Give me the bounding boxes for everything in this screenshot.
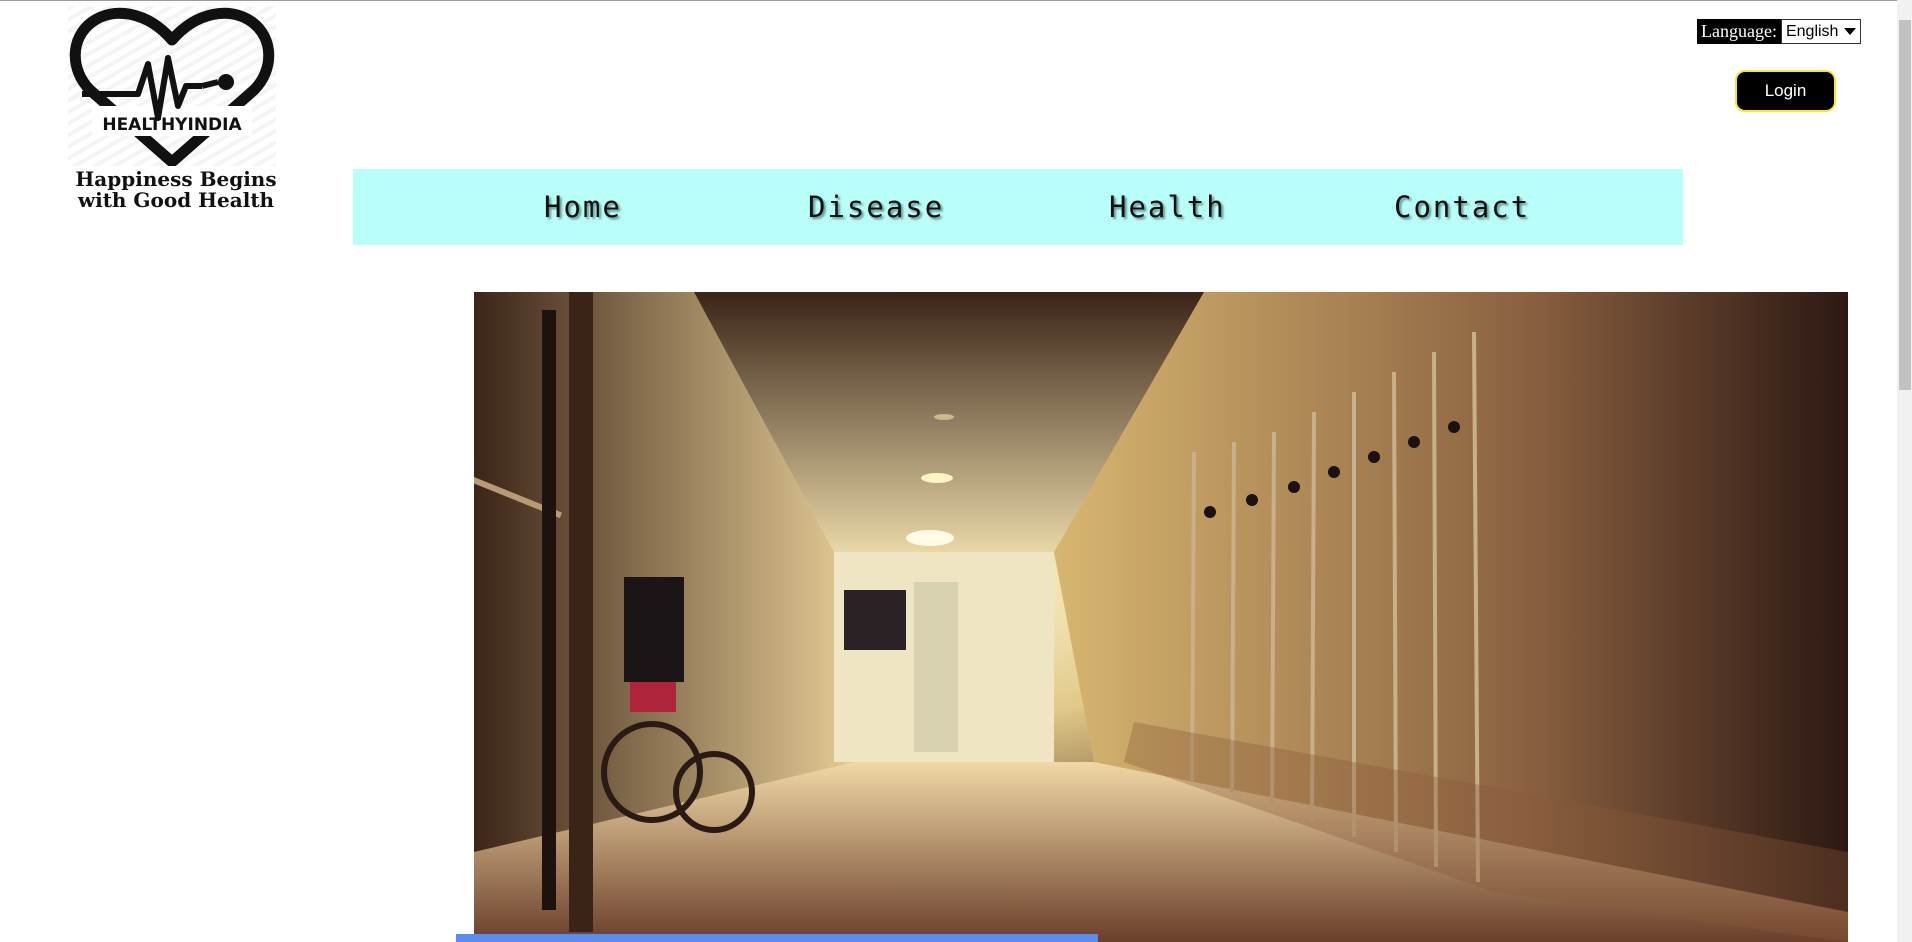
nav-item-health[interactable]: Health — [1109, 169, 1226, 245]
chevron-down-icon — [1844, 28, 1857, 35]
nav-item-home[interactable]: Home — [544, 169, 622, 245]
scrollbar-thumb[interactable] — [1899, 20, 1911, 390]
nav-item-contact[interactable]: Contact — [1394, 169, 1530, 245]
language-label: Language: — [1697, 19, 1781, 44]
top-border — [0, 0, 1912, 1]
tagline: Happiness Begins with Good Health — [75, 167, 277, 212]
language-selector: Language: English — [1697, 19, 1862, 44]
hero-image — [474, 292, 1848, 942]
logo-text: HEALTHYINDIA — [102, 115, 242, 135]
heart-pulse-icon: HEALTHYINDIA — [68, 6, 276, 166]
main-nav: Home Disease Health Contact — [353, 169, 1683, 245]
language-select[interactable]: English — [1780, 19, 1862, 44]
site-logo[interactable]: HEALTHYINDIA — [68, 6, 276, 166]
language-selected-value: English — [1785, 22, 1839, 40]
loading-progress-bar — [456, 934, 1098, 942]
nav-item-disease[interactable]: Disease — [808, 169, 944, 245]
hospital-corridor-image — [474, 292, 1848, 942]
login-button[interactable]: Login — [1735, 70, 1836, 112]
